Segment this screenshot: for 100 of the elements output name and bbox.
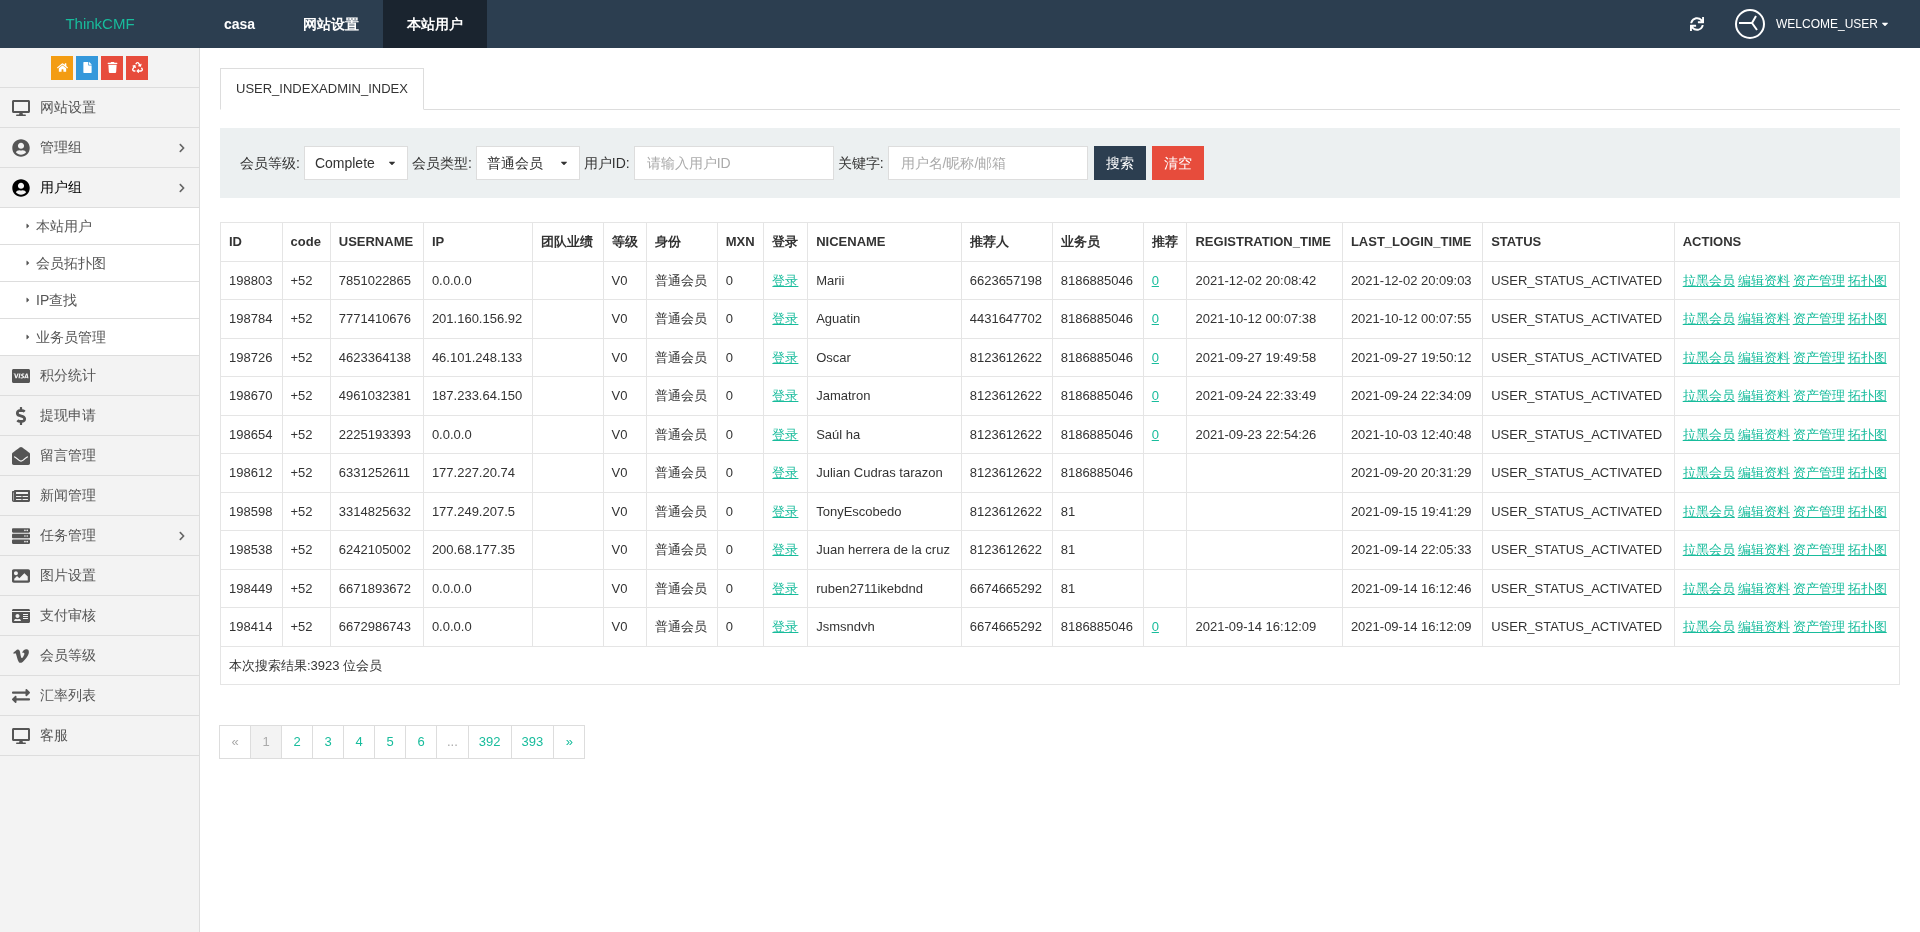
sidebar-subitem[interactable]: 业务员管理 bbox=[0, 319, 199, 356]
action-link[interactable]: 拓扑图 bbox=[1847, 617, 1887, 637]
action-link[interactable]: 资产管理 bbox=[1792, 424, 1845, 444]
action-link[interactable]: 拉黑会员 bbox=[1682, 424, 1735, 444]
table-cell: +52 bbox=[282, 492, 331, 531]
sidebar-item[interactable]: 支付审核 bbox=[0, 596, 199, 636]
table-cell: 0 bbox=[717, 569, 764, 608]
action-link[interactable]: 拉黑会员 bbox=[1682, 347, 1735, 367]
page-link[interactable]: 3 bbox=[312, 725, 344, 759]
recommend-link[interactable]: 0 bbox=[1151, 619, 1159, 634]
input-field[interactable]: 请输入用户ID bbox=[633, 146, 834, 180]
action-link[interactable]: 资产管理 bbox=[1792, 501, 1845, 521]
page-link[interactable]: » bbox=[553, 725, 586, 759]
action-link[interactable]: 拉黑会员 bbox=[1682, 617, 1735, 637]
action-link[interactable]: 拓扑图 bbox=[1847, 463, 1887, 483]
filter-label: 会员等级: bbox=[240, 153, 300, 173]
table-cell: 198612 bbox=[220, 453, 282, 492]
search-button[interactable]: 搜索 bbox=[1093, 146, 1146, 180]
action-link[interactable]: 资产管理 bbox=[1792, 617, 1845, 637]
sidebar-item[interactable]: 留言管理 bbox=[0, 436, 199, 476]
recommend-link[interactable]: 0 bbox=[1151, 426, 1159, 442]
table-cell bbox=[1143, 530, 1187, 569]
sidebar-item[interactable]: 管理组 bbox=[0, 128, 199, 168]
table-cell: 普通会员 bbox=[646, 492, 718, 531]
nav-tab[interactable]: 本站用户 bbox=[383, 0, 488, 48]
table-cell: USER_STATUS_ACTIVATED bbox=[1482, 261, 1675, 300]
action-link[interactable]: 资产管理 bbox=[1792, 578, 1845, 598]
action-link[interactable]: 编辑资料 bbox=[1737, 501, 1790, 521]
nav-tab[interactable]: casa bbox=[200, 0, 280, 48]
refresh-icon[interactable] bbox=[1689, 17, 1704, 31]
action-link[interactable]: 拉黑会员 bbox=[1682, 309, 1735, 329]
action-link[interactable]: 编辑资料 bbox=[1737, 463, 1790, 483]
page-tab[interactable]: USER_INDEXADMIN_INDEX bbox=[220, 68, 424, 110]
sidebar-item[interactable]: 客服 bbox=[0, 716, 199, 756]
action-link[interactable]: 资产管理 bbox=[1792, 386, 1845, 406]
table-cell: USER_STATUS_ACTIVATED bbox=[1482, 492, 1675, 531]
recommend-link[interactable]: 0 bbox=[1151, 349, 1159, 365]
sidebar-item[interactable]: 积分统计 bbox=[0, 356, 199, 396]
action-link[interactable]: 拉黑会员 bbox=[1682, 270, 1735, 290]
action-link[interactable]: 编辑资料 bbox=[1737, 386, 1790, 406]
user-menu[interactable]: WELCOME_USER bbox=[1775, 15, 1890, 33]
action-link[interactable]: 编辑资料 bbox=[1737, 424, 1790, 444]
sidebar-item[interactable]: 图片设置 bbox=[0, 556, 199, 596]
input-field[interactable]: 用户名/昵称/邮箱 bbox=[887, 146, 1088, 180]
action-link[interactable]: 拉黑会员 bbox=[1682, 578, 1735, 598]
action-link[interactable]: 编辑资料 bbox=[1737, 270, 1790, 290]
sidebar-subitem[interactable]: 本站用户 bbox=[0, 208, 199, 245]
action-link[interactable]: 编辑资料 bbox=[1737, 578, 1790, 598]
sidebar-subitem[interactable]: IP查找 bbox=[0, 282, 199, 319]
action-link[interactable]: 资产管理 bbox=[1792, 463, 1845, 483]
action-link[interactable]: 编辑资料 bbox=[1737, 617, 1790, 637]
recommend-link[interactable]: 0 bbox=[1151, 311, 1159, 326]
action-link[interactable]: 拓扑图 bbox=[1847, 540, 1887, 560]
quick-button[interactable] bbox=[76, 55, 98, 80]
page-link[interactable]: 4 bbox=[343, 725, 375, 759]
table-cell: 198538 bbox=[220, 530, 282, 569]
quick-button[interactable] bbox=[51, 55, 73, 80]
sidebar-item[interactable]: 网站设置 bbox=[0, 88, 199, 128]
sidebar-item[interactable]: 任务管理 bbox=[0, 516, 199, 556]
action-link[interactable]: 拓扑图 bbox=[1847, 386, 1887, 406]
page-link[interactable]: 392 bbox=[467, 725, 512, 759]
page-link[interactable]: 5 bbox=[374, 725, 406, 759]
table-cell: 0 bbox=[717, 530, 764, 569]
action-link[interactable]: 编辑资料 bbox=[1737, 347, 1790, 367]
page-link[interactable]: 6 bbox=[405, 725, 437, 759]
action-link[interactable]: 编辑资料 bbox=[1737, 540, 1790, 560]
action-link[interactable]: 拓扑图 bbox=[1847, 309, 1887, 329]
sidebar-item[interactable]: 提现申请 bbox=[0, 396, 199, 436]
nav-tab[interactable]: 网站设置 bbox=[279, 0, 384, 48]
select-field[interactable]: 普通会员 bbox=[475, 146, 580, 180]
quick-button[interactable] bbox=[101, 55, 123, 80]
clear-button[interactable]: 清空 bbox=[1151, 146, 1204, 180]
sidebar-item[interactable]: 会员等级 bbox=[0, 636, 199, 676]
sidebar-subitem[interactable]: 会员拓扑图 bbox=[0, 245, 199, 282]
action-link[interactable]: 资产管理 bbox=[1792, 270, 1845, 290]
action-link[interactable]: 拓扑图 bbox=[1847, 270, 1887, 290]
action-link[interactable]: 拓扑图 bbox=[1847, 424, 1887, 444]
page-link[interactable]: 393 bbox=[510, 725, 555, 759]
action-link[interactable]: 资产管理 bbox=[1792, 540, 1845, 560]
action-link[interactable]: 拉黑会员 bbox=[1682, 501, 1735, 521]
page-link[interactable]: 2 bbox=[281, 725, 313, 759]
recommend-link[interactable]: 0 bbox=[1151, 388, 1159, 403]
action-link[interactable]: 拉黑会员 bbox=[1682, 463, 1735, 483]
action-link[interactable]: 拉黑会员 bbox=[1682, 540, 1735, 560]
action-link[interactable]: 拓扑图 bbox=[1847, 501, 1887, 521]
table-cell: TonyEscobedo bbox=[807, 492, 962, 531]
select-field[interactable]: Complete bbox=[303, 146, 408, 180]
recommend-link[interactable]: 0 bbox=[1151, 272, 1159, 288]
action-link[interactable]: 资产管理 bbox=[1792, 347, 1845, 367]
quick-button[interactable] bbox=[126, 55, 148, 80]
page-link[interactable]: 1 bbox=[250, 725, 282, 759]
action-link[interactable]: 资产管理 bbox=[1792, 309, 1845, 329]
action-link[interactable]: 拉黑会员 bbox=[1682, 386, 1735, 406]
sidebar-item[interactable]: 新闻管理 bbox=[0, 476, 199, 516]
sidebar-item[interactable]: 汇率列表 bbox=[0, 676, 199, 716]
brand-logo[interactable]: ThinkCMF bbox=[0, 12, 200, 36]
action-link[interactable]: 拓扑图 bbox=[1847, 578, 1887, 598]
action-link[interactable]: 编辑资料 bbox=[1737, 309, 1790, 329]
action-link[interactable]: 拓扑图 bbox=[1847, 347, 1887, 367]
network-icon[interactable] bbox=[1733, 8, 1766, 40]
